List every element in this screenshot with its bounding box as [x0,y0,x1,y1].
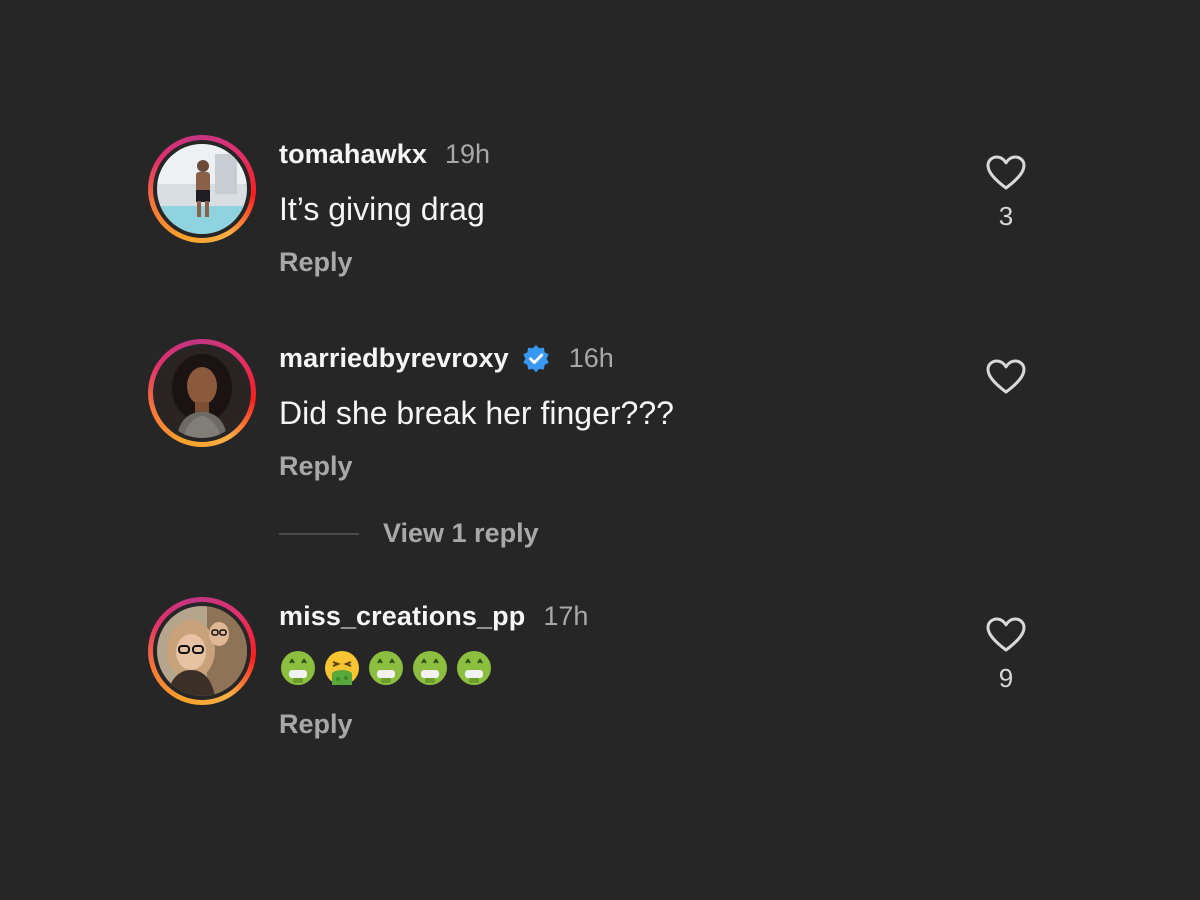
comment-text: Did she break her finger??? [279,395,674,431]
username[interactable]: tomahawkx [279,139,427,170]
money-mouth-face-icon [457,651,491,685]
timestamp: 19h [444,139,491,169]
money-mouth-face-icon [281,651,315,685]
like-button[interactable] [986,359,1026,405]
money-mouth-face-icon [413,651,447,685]
heart-outline-icon[interactable] [986,359,1026,395]
reply-button[interactable]: Reply [279,247,353,278]
reply-button[interactable]: Reply [279,451,353,482]
story-ring[interactable] [148,597,256,705]
timestamp: 16h [568,343,614,373]
like-button[interactable]: 9 [986,617,1026,694]
view-replies-button[interactable]: View 1 reply [279,518,539,549]
story-ring[interactable] [148,135,256,243]
heart-outline-icon[interactable] [986,617,1026,653]
comment-item: miss_creations_pp 17h Reply 9 [148,597,1048,747]
timestamp: 17h [543,601,589,631]
comment-item: tomahawkx 19h It’s giving drag Reply 3 [148,135,1048,285]
comments-list: tomahawkx 19h It’s giving drag Reply 3 m… [0,0,1200,900]
story-ring[interactable] [148,339,256,447]
like-count: 9 [998,663,1014,693]
comment-item: marriedbyrevroxy 16h Did she break her f… [148,339,1048,489]
avatar[interactable] [157,348,247,438]
money-mouth-face-icon [369,651,403,685]
comment-text [279,649,493,687]
verified-badge-icon [523,344,549,372]
heart-outline-icon[interactable] [986,155,1026,191]
username[interactable]: miss_creations_pp [279,601,525,632]
avatar[interactable] [157,606,247,696]
comment-text: It’s giving drag [279,191,485,227]
like-count: 3 [998,201,1014,231]
divider [279,532,359,535]
like-button[interactable]: 3 [986,155,1026,232]
vomiting-face-icon [325,651,359,685]
username[interactable]: marriedbyrevroxy [279,343,509,374]
view-replies-label[interactable]: View 1 reply [383,518,539,549]
reply-button[interactable]: Reply [279,709,353,740]
avatar[interactable] [157,144,247,234]
